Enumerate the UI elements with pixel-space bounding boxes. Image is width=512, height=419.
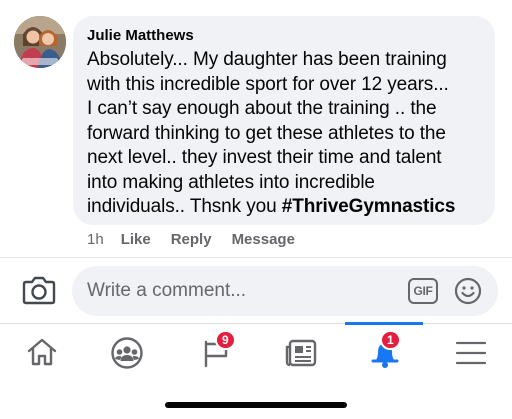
nav-pages[interactable]: 9 (196, 330, 236, 371)
comment-line: next level.. they invest their time and … (87, 147, 442, 168)
camera-icon[interactable] (22, 275, 56, 305)
hashtag-link[interactable]: #ThriveGymnastics (282, 196, 456, 217)
comment-author[interactable]: Julie Matthews (87, 26, 485, 46)
comment-composer: GIF (0, 262, 512, 320)
divider (0, 257, 512, 258)
message-button[interactable]: Message (232, 231, 295, 248)
nav-home[interactable] (22, 331, 62, 371)
nav-notifications[interactable]: 1 (364, 330, 404, 371)
emoji-icon[interactable] (454, 277, 482, 305)
comment-meta: 1h Like Reply Message (87, 229, 295, 249)
comment-line: Absolutely... My daughter has been train… (87, 49, 447, 70)
comment-line: I can’t say enough about the training ..… (87, 98, 437, 119)
comment-bubble: Julie Matthews Absolutely... My daughter… (73, 16, 495, 225)
comment-timestamp[interactable]: 1h (87, 231, 104, 248)
gif-button[interactable]: GIF (408, 278, 438, 304)
nav-news[interactable] (280, 331, 320, 371)
divider (0, 323, 512, 324)
comment-line: forward thinking to get these athletes t… (87, 122, 446, 144)
avatar[interactable] (14, 16, 66, 68)
reply-button[interactable]: Reply (171, 231, 212, 248)
hamburger-menu-icon (455, 341, 487, 365)
comment-line: with this incredible sport for over 12 y… (87, 73, 449, 95)
home-icon (27, 338, 57, 366)
comment-line: into making athletes into incredible (87, 171, 375, 193)
nav-groups[interactable] (106, 331, 146, 371)
nav-menu[interactable] (450, 331, 490, 371)
comment: Julie Matthews Absolutely... My daughter… (0, 0, 512, 256)
newspaper-icon (285, 339, 317, 367)
notification-badge: 9 (215, 330, 236, 350)
notification-badge: 1 (380, 330, 401, 350)
groups-icon (111, 337, 143, 369)
home-indicator (165, 402, 347, 408)
comment-line-text: individuals.. Thsnk you (87, 196, 282, 217)
like-button[interactable]: Like (121, 231, 151, 248)
comment-text: Absolutely... My daughter has been train… (87, 48, 485, 220)
comment-line: individuals.. Thsnk you #ThriveGymnastic… (87, 195, 485, 220)
bottom-navbar: 9 1 (0, 325, 512, 377)
